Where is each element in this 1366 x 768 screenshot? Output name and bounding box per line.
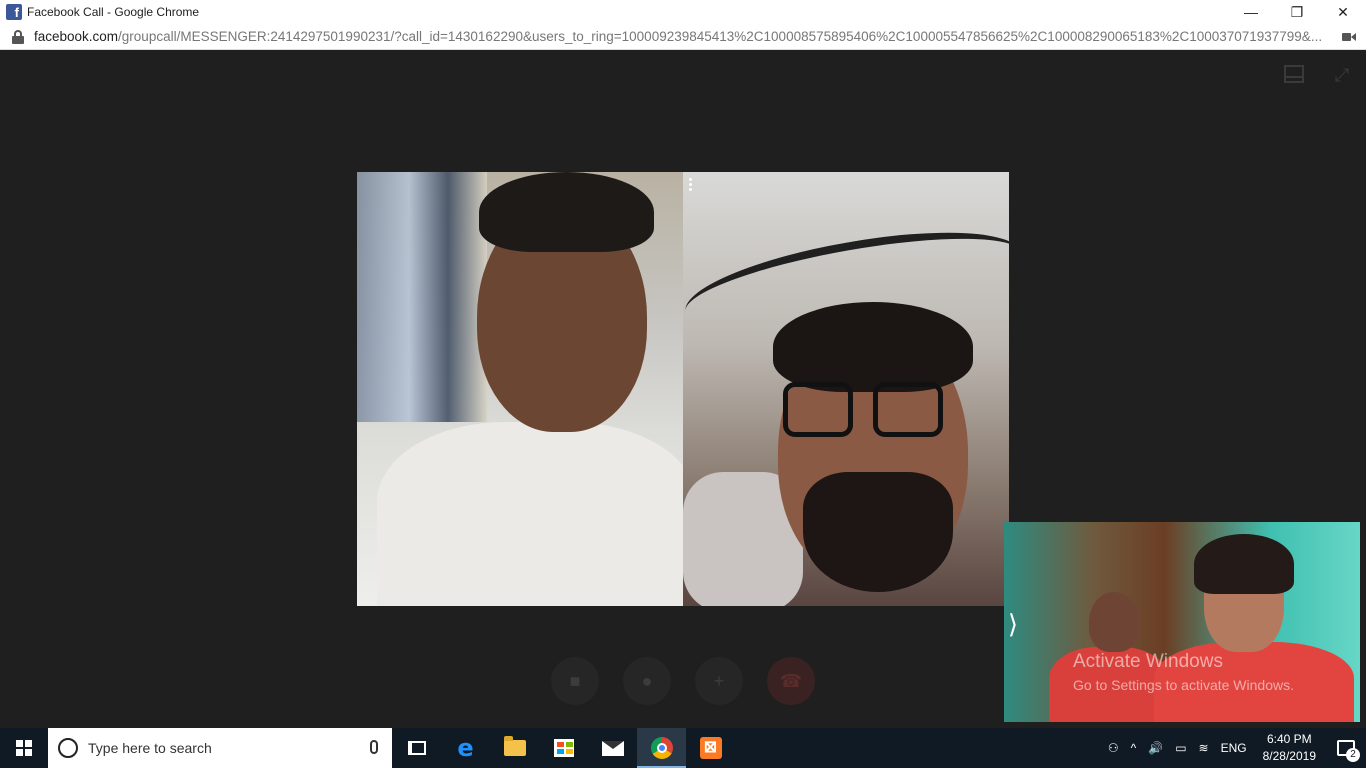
store-app[interactable] [539, 728, 588, 768]
participant-2-hair [773, 302, 973, 392]
close-button[interactable]: ✕ [1320, 0, 1366, 24]
participant-2-beard [803, 472, 953, 592]
xampp-icon: ⊠ [699, 737, 722, 759]
participant-video-2[interactable] [683, 172, 1009, 606]
wifi-icon[interactable]: ≋ [1193, 741, 1215, 755]
camera-in-use-icon[interactable] [1342, 32, 1356, 42]
task-view-button[interactable] [392, 728, 441, 768]
chrome-icon [650, 737, 673, 759]
url-host: facebook.com [34, 29, 119, 44]
hang-up-icon: ☎ [779, 670, 803, 691]
edge-app[interactable]: e [441, 728, 490, 768]
layout-icon[interactable] [1284, 65, 1304, 83]
microphone-icon: ● [641, 670, 653, 691]
call-controls: ■ ● + ☎ [551, 657, 815, 705]
activate-windows-watermark: Activate Windows Go to Settings to activ… [1073, 651, 1294, 693]
self-view-toggle-icon[interactable]: ⟩ [1004, 606, 1022, 642]
edge-icon: e [457, 734, 474, 762]
add-person-icon: + [713, 670, 725, 691]
address-bar[interactable]: facebook.com/groupcall/MESSENGER:2414297… [0, 24, 1366, 50]
search-placeholder: Type here to search [88, 740, 212, 756]
restore-button[interactable]: ❐ [1274, 0, 1320, 24]
self-view-person-1-head [1089, 592, 1139, 652]
clock-time: 6:40 PM [1266, 732, 1312, 746]
video-toggle-button[interactable]: ■ [551, 657, 599, 705]
clock[interactable]: 6:40 PM 8/28/2019 [1253, 731, 1326, 765]
call-top-icons: ⤢ [1284, 65, 1352, 85]
video-camera-icon: ■ [569, 670, 581, 691]
store-icon [553, 739, 574, 757]
microphone-icon[interactable] [370, 740, 378, 754]
task-view-icon [407, 741, 426, 755]
participant-2-glasses [783, 382, 953, 442]
self-view-person-2-hair [1194, 534, 1294, 594]
xampp-app[interactable]: ⊠ [686, 728, 735, 768]
activate-windows-subtitle: Go to Settings to activate Windows. [1073, 677, 1294, 693]
url-field[interactable]: facebook.com/groupcall/MESSENGER:2414297… [34, 29, 1324, 44]
lock-icon[interactable] [12, 29, 24, 44]
cortana-icon [58, 738, 78, 758]
people-icon[interactable]: ⚇ [1102, 741, 1125, 755]
end-call-button[interactable]: ☎ [767, 657, 815, 705]
window-title: Facebook Call - Google Chrome [27, 5, 200, 19]
clock-date: 8/28/2019 [1262, 749, 1316, 763]
start-button[interactable] [0, 728, 48, 768]
language-indicator[interactable]: ENG [1215, 741, 1253, 755]
add-person-button[interactable]: + [695, 657, 743, 705]
mute-button[interactable]: ● [623, 657, 671, 705]
facebook-favicon-icon: f [6, 4, 22, 20]
bookshelf-background [357, 172, 487, 422]
window-controls: — ❐ ✕ [1228, 0, 1366, 24]
folder-icon [503, 736, 526, 756]
minimize-button[interactable]: — [1228, 0, 1274, 24]
battery-icon[interactable]: ▭ [1169, 741, 1192, 755]
participant-1-body [377, 422, 683, 606]
file-explorer-app[interactable] [490, 728, 539, 768]
windows-logo-icon [16, 740, 32, 756]
url-path: /groupcall/MESSENGER:2414297501990231/?c… [118, 29, 1323, 44]
taskbar: Type here to search e ⊠ ⚇ ^ 🔊 ▭ ≋ ENG 6:… [0, 728, 1366, 768]
taskbar-search[interactable]: Type here to search [48, 728, 392, 768]
title-bar: f Facebook Call - Google Chrome — ❐ ✕ [0, 0, 1366, 24]
fullscreen-icon[interactable]: ⤢ [1332, 65, 1352, 85]
volume-icon[interactable]: 🔊 [1142, 741, 1169, 755]
show-hidden-icons-icon[interactable]: ^ [1125, 741, 1143, 755]
video-options-icon[interactable] [689, 178, 693, 192]
browser-window: f Facebook Call - Google Chrome — ❐ ✕ fa… [0, 0, 1366, 768]
participant-1-hair [479, 172, 654, 252]
participant-video-1[interactable] [357, 172, 683, 606]
chrome-app[interactable] [637, 728, 686, 768]
mail-icon [601, 740, 624, 756]
mail-app[interactable] [588, 728, 637, 768]
system-tray: ⚇ ^ 🔊 ▭ ≋ ENG 6:40 PM 8/28/2019 2 [1102, 728, 1366, 768]
call-area: ⤢ ⟩ Activate Windows Go to Settings to a… [0, 51, 1366, 728]
notification-count-badge: 2 [1346, 748, 1360, 762]
activate-windows-title: Activate Windows [1073, 651, 1223, 672]
action-center-button[interactable]: 2 [1326, 728, 1366, 768]
